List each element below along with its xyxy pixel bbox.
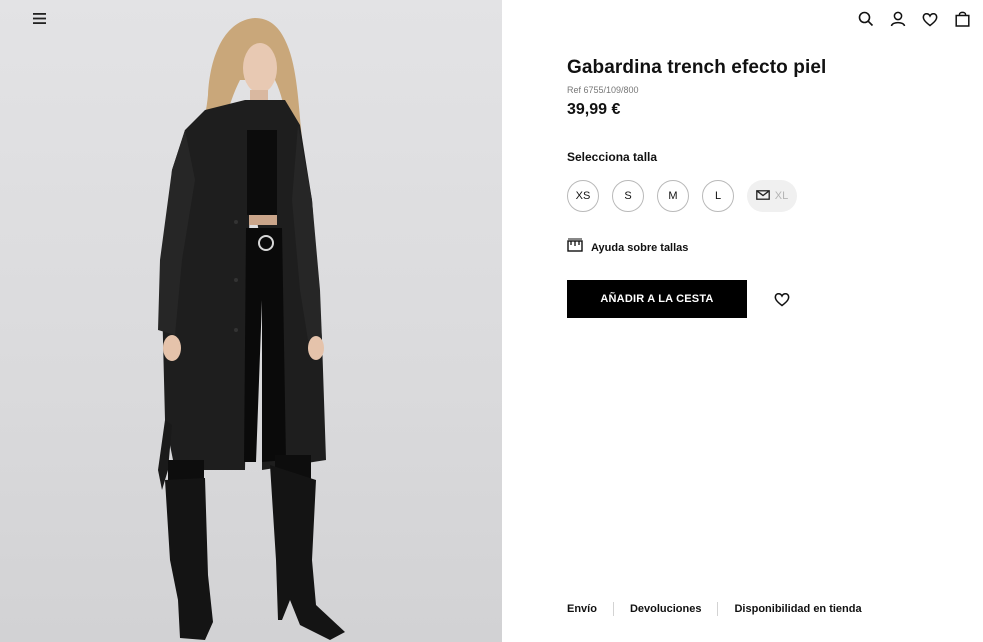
product-image[interactable]: [0, 0, 502, 642]
add-to-cart-button[interactable]: AÑADIR A LA CESTA: [567, 280, 747, 318]
header-icons: [855, 8, 973, 30]
product-info-links: Envío Devoluciones Disponibilidad en tie…: [567, 602, 862, 616]
shipping-link[interactable]: Envío: [567, 603, 597, 615]
user-icon[interactable]: [887, 8, 909, 30]
size-selector-label: Selecciona talla: [567, 150, 658, 164]
product-price: 39,99 €: [567, 101, 621, 118]
size-help-link[interactable]: Ayuda sobre tallas: [567, 238, 688, 257]
size-options: XS S M L XL: [567, 180, 797, 212]
size-option-xl-label: XL: [774, 190, 789, 202]
hamburger-menu-icon[interactable]: [29, 9, 49, 27]
size-option-xs[interactable]: XS: [567, 180, 599, 212]
product-title: Gabardina trench efecto piel: [567, 57, 827, 78]
product-reference: Ref 6755/109/800: [567, 85, 639, 95]
model-in-trench-coat-illustration: [158, 18, 345, 640]
mail-icon: [755, 189, 770, 203]
size-option-m[interactable]: M: [657, 180, 689, 212]
size-option-s[interactable]: S: [612, 180, 644, 212]
store-availability-link[interactable]: Disponibilidad en tienda: [734, 603, 861, 615]
size-option-l[interactable]: L: [702, 180, 734, 212]
divider: [717, 602, 719, 616]
size-help-label: Ayuda sobre tallas: [591, 241, 689, 254]
returns-link[interactable]: Devoluciones: [630, 603, 702, 615]
wishlist-heart-icon[interactable]: [772, 289, 792, 309]
size-option-xl-notify[interactable]: XL: [747, 180, 797, 212]
shopping-bag-icon[interactable]: [951, 8, 973, 30]
divider: [612, 602, 614, 616]
search-icon[interactable]: [855, 8, 877, 30]
heart-icon[interactable]: [919, 8, 941, 30]
ruler-icon: [567, 238, 583, 257]
